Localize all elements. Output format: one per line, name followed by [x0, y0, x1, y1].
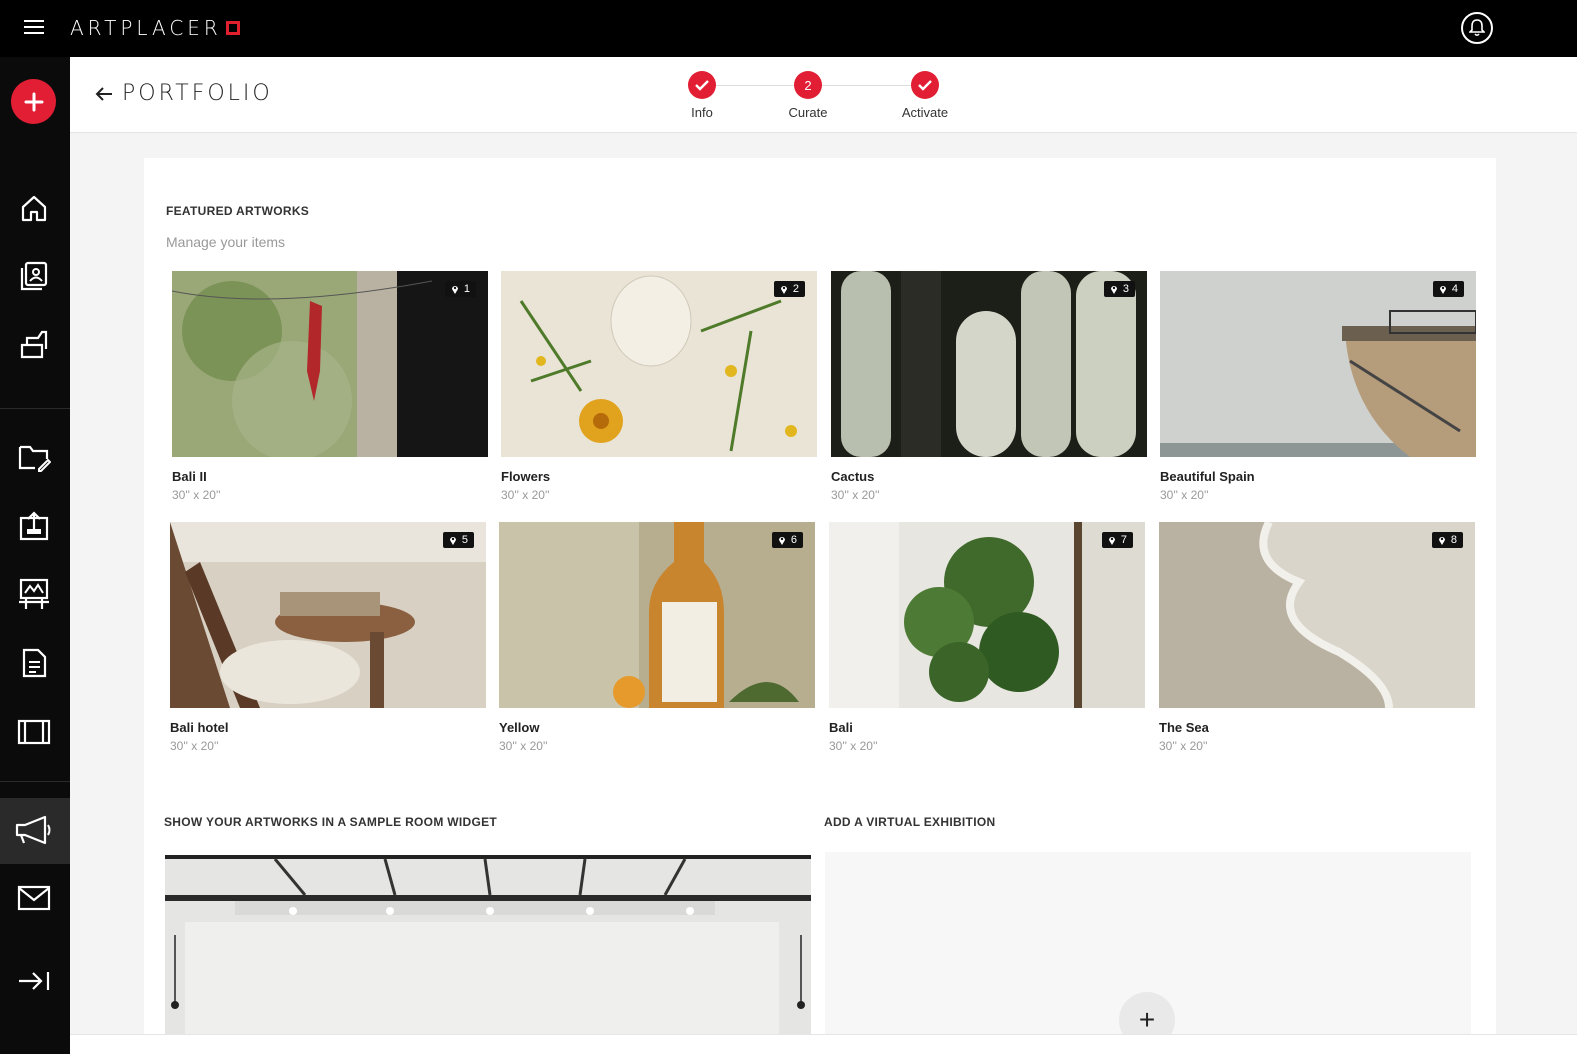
content-card: FEATURED ARTWORKS Manage your items 1 Ba… — [144, 158, 1496, 1054]
map-pin-icon — [1439, 286, 1446, 294]
add-button[interactable] — [11, 79, 56, 124]
exhibition-icon[interactable] — [14, 574, 54, 614]
upload-icon[interactable] — [14, 506, 54, 546]
artwork-title: Bali — [829, 720, 853, 735]
check-icon — [911, 71, 939, 99]
collapse-icon[interactable] — [14, 961, 54, 1001]
map-pin-icon — [1108, 537, 1115, 545]
step-curate[interactable]: 2 Curate — [768, 71, 848, 120]
artwork-card[interactable]: 4 Beautiful Spain 30'' x 20'' — [1160, 271, 1476, 502]
pin-badge: 1 — [444, 281, 476, 297]
map-pin-icon — [449, 537, 456, 545]
artwork-title: Cactus — [831, 469, 875, 484]
map-pin-icon — [451, 286, 458, 294]
step-info[interactable]: Info — [662, 71, 742, 120]
artwork-size: 30'' x 20'' — [1160, 488, 1209, 502]
step-label: Info — [691, 105, 713, 120]
featured-subtitle: Manage your items — [166, 234, 286, 250]
artwork-image[interactable]: 3 — [831, 271, 1147, 457]
sample-room-widget[interactable] — [165, 855, 811, 1035]
pin-badge: 8 — [1431, 532, 1463, 548]
artwork-image[interactable]: 6 — [499, 522, 815, 708]
sidebar-divider — [0, 408, 70, 409]
map-pin-icon — [778, 537, 785, 545]
home-icon[interactable] — [14, 188, 54, 228]
pin-number: 4 — [1451, 283, 1458, 295]
logo-square-icon — [225, 21, 240, 35]
artwork-image[interactable]: 2 — [501, 271, 817, 457]
folder-edit-icon[interactable] — [14, 437, 54, 477]
page-header: PORTFOLIO Info 2 Curate Activate — [70, 57, 1577, 133]
artwork-image[interactable]: 5 — [170, 522, 486, 708]
pin-number: 1 — [463, 283, 470, 295]
sidebar — [0, 57, 70, 1054]
artwork-image[interactable]: 4 — [1160, 271, 1476, 457]
step-label: Activate — [901, 105, 949, 120]
step-label: Curate — [788, 105, 828, 120]
notifications-bell-icon[interactable] — [1461, 12, 1493, 44]
page-title: PORTFOLIO — [122, 81, 273, 106]
artwork-size: 30'' x 20'' — [1159, 739, 1208, 753]
rooms-icon[interactable] — [14, 325, 54, 365]
virtual-exhibition-box: + — [825, 852, 1471, 1048]
megaphone-icon[interactable] — [14, 810, 54, 850]
artwork-image[interactable]: 8 — [1159, 522, 1475, 708]
logo[interactable]: ARTPLACER — [70, 16, 240, 40]
artwork-size: 30'' x 20'' — [829, 739, 878, 753]
logo-text: ARTPLACER — [70, 16, 222, 40]
artwork-card[interactable]: 7 Bali 30'' x 20'' — [829, 522, 1145, 753]
artwork-card[interactable]: 1 Bali II 30'' x 20'' — [172, 271, 488, 502]
artwork-title: Flowers — [501, 469, 551, 484]
artwork-image[interactable]: 1 — [172, 271, 488, 457]
mail-icon[interactable] — [14, 878, 54, 918]
stepper: Info 2 Curate Activate — [680, 71, 960, 123]
artwork-card[interactable]: 3 Cactus 30'' x 20'' — [831, 271, 1147, 502]
virtual-section-title: ADD A VIRTUAL EXHIBITION — [824, 815, 996, 829]
top-bar: ARTPLACER — [0, 0, 1577, 57]
map-pin-icon — [780, 286, 787, 294]
pin-number: 3 — [1122, 283, 1129, 295]
pin-number: 5 — [461, 534, 468, 546]
pin-number: 8 — [1450, 534, 1457, 546]
artwork-size: 30'' x 20'' — [831, 488, 880, 502]
artwork-image[interactable]: 7 — [829, 522, 1145, 708]
pin-badge: 5 — [442, 532, 474, 548]
step-number: 2 — [794, 71, 822, 99]
pin-badge: 2 — [773, 281, 805, 297]
artwork-size: 30'' x 20'' — [172, 488, 221, 502]
sidebar-divider — [0, 781, 70, 782]
pin-number: 6 — [790, 534, 797, 546]
artwork-title: Yellow — [499, 720, 540, 735]
artwork-title: Bali hotel — [170, 720, 229, 735]
pin-number: 7 — [1120, 534, 1127, 546]
check-icon — [688, 71, 716, 99]
artwork-card[interactable]: 6 Yellow 30'' x 20'' — [499, 522, 815, 753]
pin-number: 2 — [792, 283, 799, 295]
artwork-card[interactable]: 5 Bali hotel 30'' x 20'' — [170, 522, 486, 753]
step-activate[interactable]: Activate — [885, 71, 965, 120]
menu-icon[interactable] — [24, 20, 44, 36]
frame-icon[interactable] — [14, 712, 54, 752]
arrow-left-icon — [95, 86, 112, 101]
pin-badge: 7 — [1101, 532, 1133, 548]
bottom-strip — [70, 1034, 1577, 1054]
artwork-size: 30'' x 20'' — [170, 739, 219, 753]
artwork-title: Beautiful Spain — [1160, 469, 1255, 484]
artwork-card[interactable]: 8 The Sea 30'' x 20'' — [1159, 522, 1475, 753]
artwork-size: 30'' x 20'' — [501, 488, 550, 502]
featured-title: FEATURED ARTWORKS — [166, 204, 310, 218]
artwork-title: Bali II — [172, 469, 207, 484]
artwork-title: The Sea — [1159, 720, 1209, 735]
document-icon[interactable] — [14, 643, 54, 683]
pin-badge: 4 — [1432, 281, 1464, 297]
artwork-card[interactable]: 2 Flowers 30'' x 20'' — [501, 271, 817, 502]
map-pin-icon — [1110, 286, 1117, 294]
map-pin-icon — [1438, 537, 1445, 545]
artwork-size: 30'' x 20'' — [499, 739, 548, 753]
pin-badge: 6 — [771, 532, 803, 548]
pin-badge: 3 — [1103, 281, 1135, 297]
widget-section-title: SHOW YOUR ARTWORKS IN A SAMPLE ROOM WIDG… — [164, 815, 498, 829]
portfolio-icon[interactable] — [14, 256, 54, 296]
back-button[interactable]: PORTFOLIO — [94, 81, 273, 106]
